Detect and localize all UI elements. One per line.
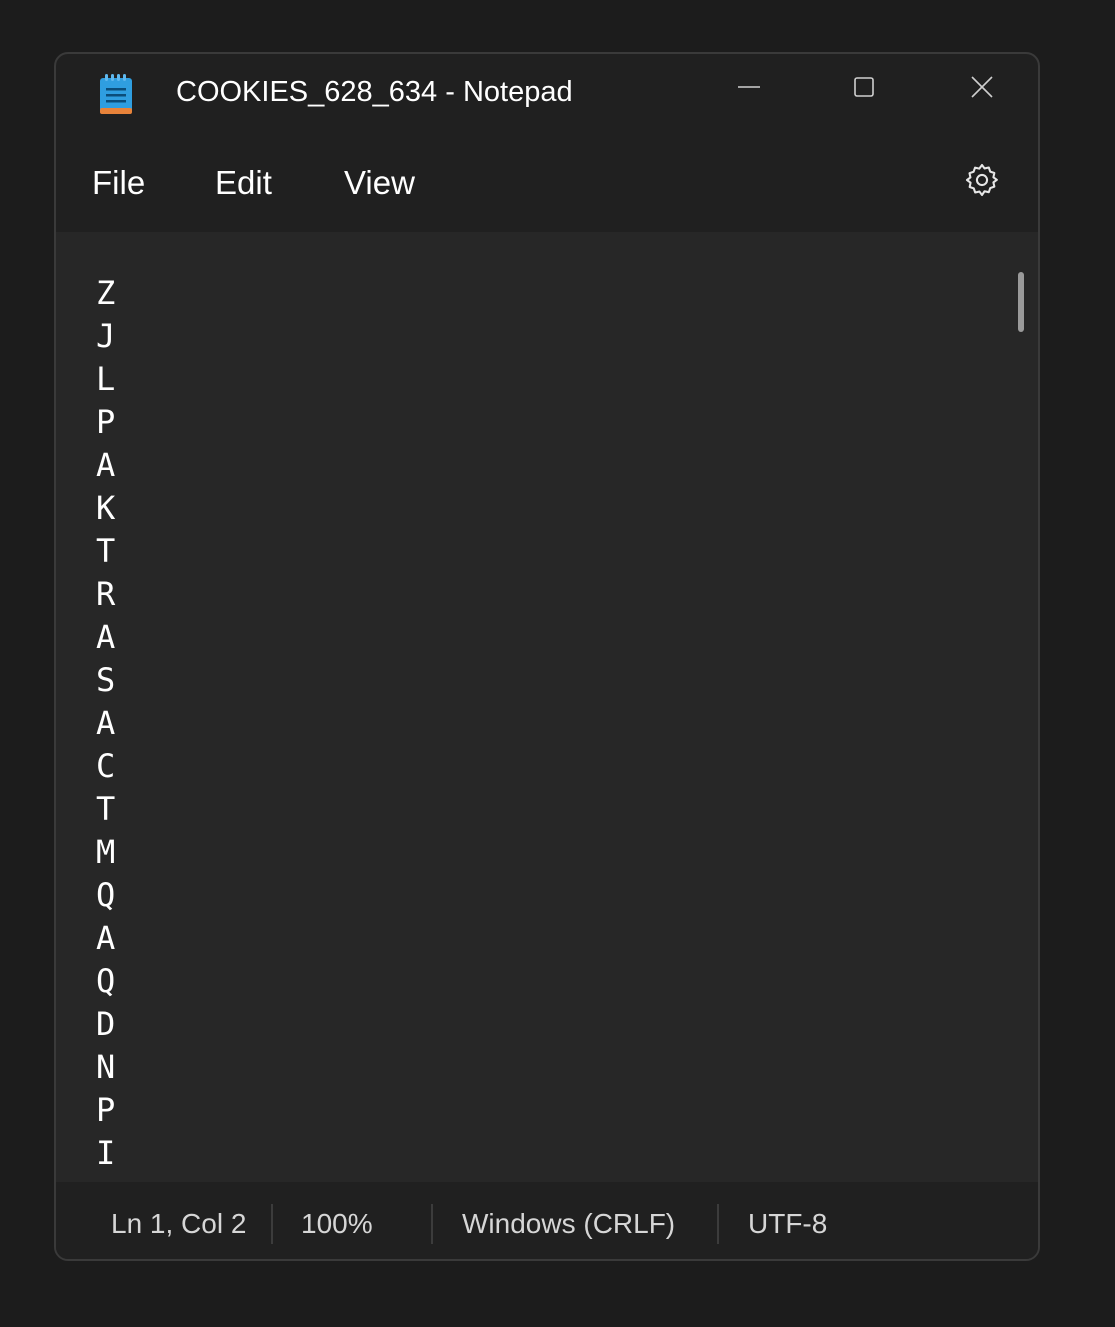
title-bar[interactable]: COOKIES_628_634 - Notepad [56,54,1038,138]
status-bar: Ln 1, Col 2 100% Windows (CRLF) UTF-8 [56,1182,1038,1259]
minimize-icon [737,75,761,104]
status-line-ending[interactable]: Windows (CRLF) [462,1208,675,1240]
status-divider [271,1204,273,1244]
text-editor[interactable]: Z J L P A K T R A S A C T M Q A Q D N P … [56,232,1038,1182]
close-button[interactable] [942,66,1022,112]
settings-button[interactable] [958,158,1006,206]
menu-edit[interactable]: Edit [209,160,278,206]
close-icon [970,75,994,104]
notepad-app-icon [99,73,133,115]
status-cursor-position: Ln 1, Col 2 [111,1208,247,1239]
status-zoom[interactable]: 100% [301,1208,373,1240]
notepad-window: COOKIES_628_634 - Notepad File Edit View [54,52,1040,1261]
menu-view[interactable]: View [338,160,421,206]
status-encoding[interactable]: UTF-8 [748,1208,827,1240]
status-divider [431,1204,433,1244]
status-divider [717,1204,719,1244]
menu-bar: File Edit View [56,154,1038,218]
maximize-button[interactable] [824,66,904,112]
menu-file[interactable]: File [86,160,151,206]
window-title: COOKIES_628_634 - Notepad [176,76,573,108]
minimize-button[interactable] [709,66,789,112]
maximize-icon [853,76,875,103]
gear-icon [963,161,1001,204]
editor-content[interactable]: Z J L P A K T R A S A C T M Q A Q D N P … [96,272,115,1175]
vertical-scrollbar[interactable] [1018,272,1024,332]
